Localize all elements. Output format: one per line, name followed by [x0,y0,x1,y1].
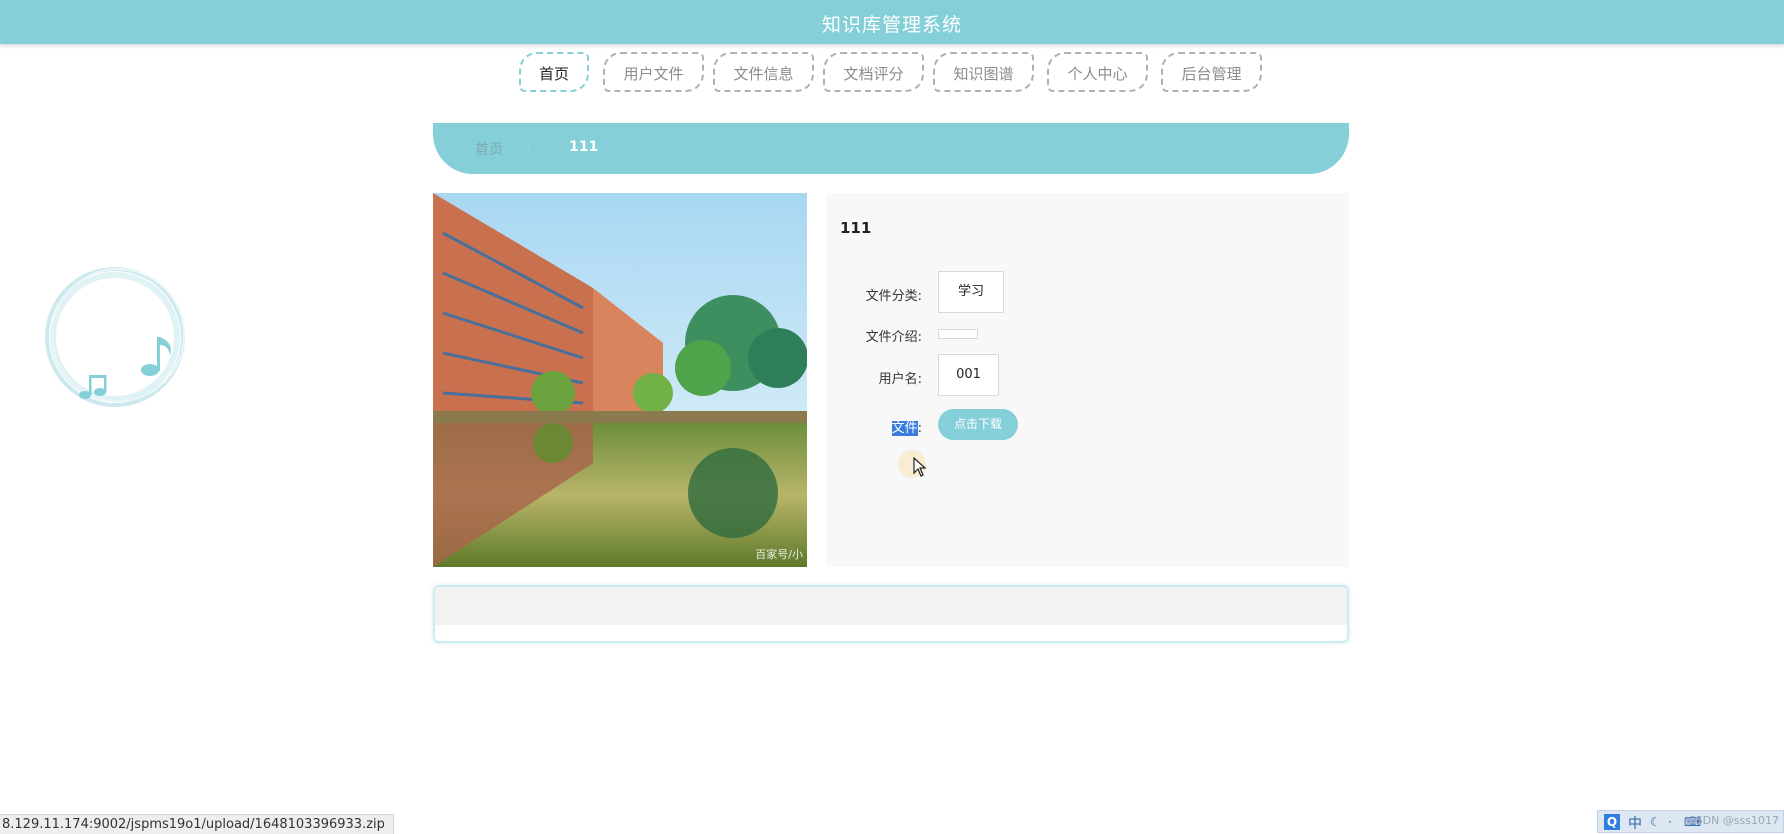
file-detail-panel: 111 文件分类: 学习 文件介绍: 用户名: 001 文件: 点击下载 [826,193,1349,567]
username-value: 001 [938,354,999,396]
system-tray: Q 中 ☾ · ⌨ CSDN @sss1017 [1597,810,1784,833]
nav-item-file-info[interactable]: 文件信息 [713,52,814,92]
nav-item-user-files[interactable]: 用户文件 [603,52,704,92]
music-note-icon [45,267,185,407]
music-player-icon[interactable] [40,265,190,415]
category-value: 学习 [938,271,1004,313]
nav-item-knowledge-graph[interactable]: 知识图谱 [933,52,1034,92]
nav-item-admin[interactable]: 后台管理 [1161,52,1262,92]
header-bar: 知识库管理系统 [0,0,1784,44]
watermark-credit: CSDN @sss1017 [1687,814,1779,827]
category-label: 文件分类: [865,289,922,304]
nav-item-doc-rating[interactable]: 文档评分 [823,52,924,92]
punctuation-icon[interactable]: · [1668,815,1682,829]
comment-area-header [435,587,1347,625]
browser-status-url: 8.129.11.174:9002/jspms19o1/upload/16481… [0,814,394,834]
ime-mode-indicator[interactable]: 中 [1628,813,1642,833]
mouse-pointer-icon [913,456,927,481]
moon-icon[interactable]: ☾ [1650,815,1664,829]
file-label-selected: 文件 [891,421,918,436]
image-watermark: 百家号/小 [755,548,803,561]
breadcrumb-separator: / [527,140,532,154]
q-input-icon[interactable]: Q [1604,814,1620,830]
file-label-colon: : [917,421,922,436]
nav-item-home[interactable]: 首页 [519,52,589,92]
file-cover-image: 百家号/小 [433,193,807,567]
file-title: 111 [840,219,872,237]
username-label: 用户名: [878,372,922,387]
file-label: 文件: [826,417,922,436]
download-button[interactable]: 点击下载 [938,409,1018,440]
app-title: 知识库管理系统 [821,14,962,36]
breadcrumb-current: 111 [569,139,599,155]
breadcrumb: 首页 / 111 [433,123,1349,174]
intro-label: 文件介绍: [865,330,922,345]
intro-value [938,329,978,339]
nav-item-personal-center[interactable]: 个人中心 [1047,52,1148,92]
main-nav: 首页 用户文件 文件信息 文档评分 知识图谱 个人中心 后台管理 [0,52,1784,96]
comment-area[interactable] [433,585,1349,643]
breadcrumb-home[interactable]: 首页 [475,139,503,159]
